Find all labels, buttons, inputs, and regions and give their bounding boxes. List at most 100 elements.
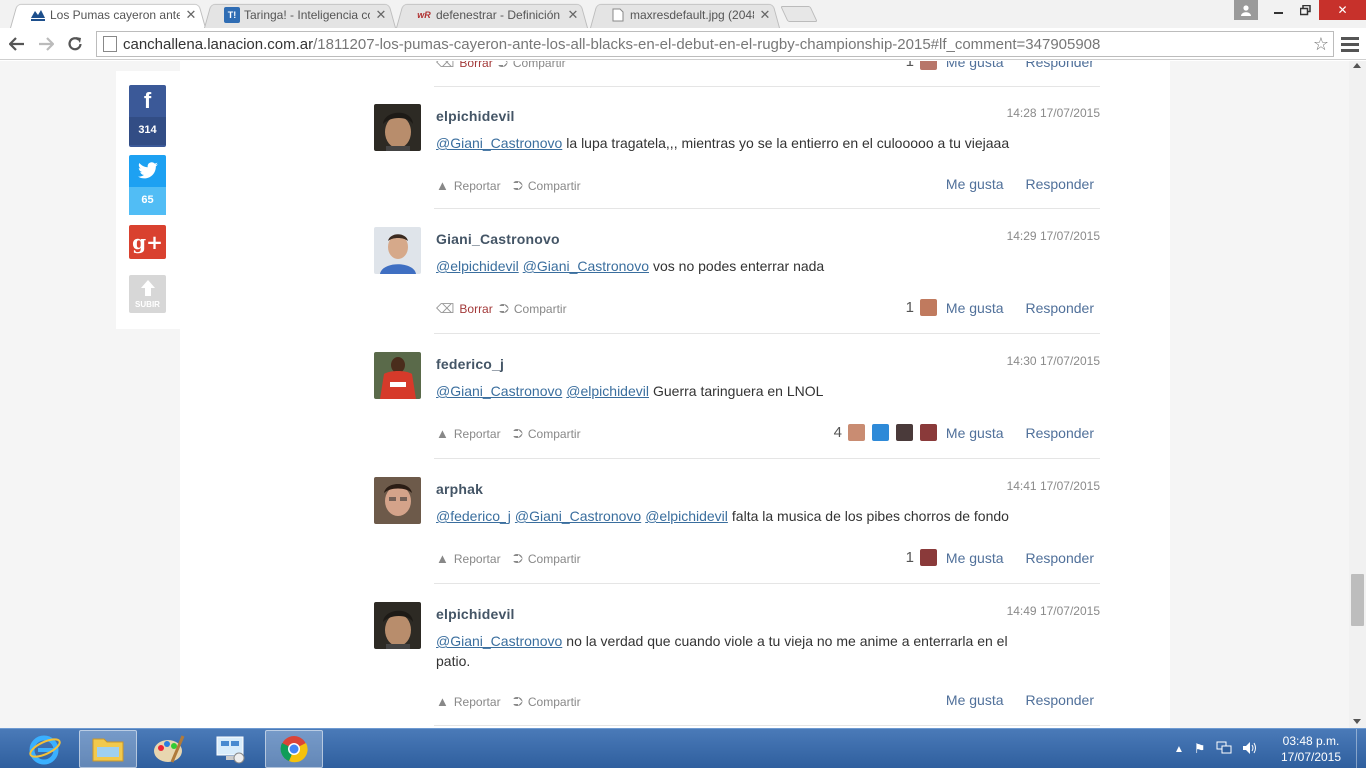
twitter-share-count: 65 [129,187,166,215]
like-count: 1 [905,549,914,566]
reply-button[interactable]: Responder [1026,550,1095,566]
mention-link[interactable]: @elpichidevil [436,258,519,274]
back-arrow-icon[interactable] [5,32,29,56]
comment-text: @Giani_Castronovo la lupa tragatela,,, mi… [436,133,1036,153]
report-action[interactable]: ▲ Reportar [436,178,501,193]
like-button[interactable]: Me gusta [946,61,1004,70]
chrome-taskbar-icon[interactable] [265,730,323,768]
paint-icon[interactable] [140,730,198,768]
liker-avatar[interactable] [871,424,889,441]
liker-avatar[interactable] [919,424,937,441]
share-action[interactable]: ⮊ Compartir [513,694,581,710]
new-tab-button[interactable] [780,6,818,22]
mention-link[interactable]: @federico_j [436,508,511,524]
comment-author[interactable]: arphak [436,481,483,497]
avatar[interactable] [374,104,421,151]
reply-button[interactable]: Responder [1026,425,1095,441]
share-action[interactable]: ⮊ Compartir [513,426,581,442]
reply-button[interactable]: Responder [1026,692,1095,708]
liker-avatar[interactable] [919,61,937,70]
reply-button[interactable]: Responder [1026,61,1095,70]
comment-author[interactable]: elpichidevil [436,606,515,622]
scroll-down-icon[interactable] [1353,719,1361,724]
report-label: Reportar [453,694,501,709]
comment-divider [434,583,1100,584]
tab-close-icon[interactable]: ✕ [184,7,198,23]
mention-link[interactable]: @elpichidevil [645,508,728,524]
remote-desktop-icon[interactable] [202,730,260,768]
network-icon[interactable] [1216,741,1232,758]
facebook-share-button[interactable]: f 314 [129,85,166,147]
address-bar[interactable]: canchallena.lanacion.com.ar /1811207-los… [96,31,1334,57]
internet-explorer-icon[interactable] [16,730,74,768]
minimize-icon[interactable] [1266,0,1292,20]
user-profile-icon[interactable] [1234,0,1258,20]
report-action[interactable]: ▲ Reportar [436,551,501,566]
avatar[interactable] [374,227,421,274]
liker-avatar[interactable] [919,549,937,566]
bookmark-star-icon[interactable]: ☆ [1313,34,1329,55]
page-scrollbar[interactable] [1349,61,1366,728]
share-action[interactable]: ⮊ Compartir [513,178,581,194]
reply-button[interactable]: Responder [1026,300,1095,316]
comment-author[interactable]: elpichidevil [436,108,515,124]
comment-item: elpichidevil 14:28 17/07/2015 @Giani_Cas… [374,104,1100,214]
twitter-share-button[interactable]: 65 [129,155,166,215]
tab-close-icon[interactable]: ✕ [374,7,388,23]
avatar[interactable] [374,602,421,649]
like-button[interactable]: Me gusta [946,300,1004,316]
share-arrow-icon: ⮊ [513,694,523,709]
comment-author[interactable]: Giani_Castronovo [436,231,560,247]
show-desktop-button[interactable] [1356,729,1366,768]
mention-link[interactable]: @Giani_Castronovo [515,508,641,524]
close-window-icon[interactable]: ✕ [1319,0,1366,20]
like-button[interactable]: Me gusta [946,692,1004,708]
scroll-to-top-button[interactable]: SUBIR [129,275,166,313]
avatar[interactable] [374,477,421,524]
liker-avatar[interactable] [895,424,913,441]
comment-body: falta la musica de los pibes chorros de … [731,508,1009,524]
delete-action[interactable]: ⌫ Borrar [436,61,493,71]
like-button[interactable]: Me gusta [946,550,1004,566]
reload-icon[interactable] [63,32,87,56]
tab-close-icon[interactable]: ✕ [566,7,580,23]
browser-tab-wordreference[interactable]: wR defenestrar - Definición - ✕ [396,2,588,28]
scroll-up-icon[interactable] [1353,63,1361,68]
chrome-menu-icon[interactable] [1341,32,1359,56]
liker-avatar[interactable] [919,299,937,316]
like-button[interactable]: Me gusta [946,176,1004,192]
browser-tab-image[interactable]: maxresdefault.jpg (2048× ✕ [590,2,780,28]
browser-tab-lanacion[interactable]: Los Pumas cayeron ante lo ✕ [10,2,206,28]
forward-arrow-icon[interactable] [34,32,58,56]
flag-icon[interactable]: ⚑ [1194,741,1206,757]
mention-link[interactable]: @Giani_Castronovo [523,258,649,274]
delete-action[interactable]: ⌫ Borrar [436,301,493,317]
report-action[interactable]: ▲ Reportar [436,426,501,441]
like-button[interactable]: Me gusta [946,425,1004,441]
browser-tab-taringa[interactable]: T! Taringa! - Inteligencia col ✕ [204,2,396,28]
mention-link[interactable]: @Giani_Castronovo [436,633,562,649]
warning-icon: ▲ [436,426,449,441]
liker-avatar[interactable] [847,424,865,441]
mention-link[interactable]: @Giani_Castronovo [436,135,562,151]
page-icon [103,36,117,52]
mention-link[interactable]: @elpichidevil [566,383,649,399]
share-action[interactable]: ⮊ Compartir [513,551,581,567]
avatar[interactable] [374,352,421,399]
taskbar-clock[interactable]: 03:48 p.m. 17/07/2015 [1276,733,1346,765]
report-action[interactable]: ▲ Reportar [436,694,501,709]
googleplus-share-button[interactable]: g+ [129,225,166,259]
share-action[interactable]: ⮊ Compartir [499,301,567,317]
volume-icon[interactable] [1242,741,1258,758]
tab-close-icon[interactable]: ✕ [758,7,772,23]
share-action[interactable]: ⮊ Compartir [498,61,566,71]
mention-link[interactable]: @Giani_Castronovo [436,383,562,399]
tray-expand-icon[interactable]: ▲ [1174,744,1184,755]
scrollbar-thumb[interactable] [1351,574,1364,626]
clock-date: 17/07/2015 [1280,750,1342,764]
twitter-icon [137,155,159,187]
restore-icon[interactable] [1292,0,1318,20]
reply-button[interactable]: Responder [1026,176,1095,192]
comment-author[interactable]: federico_j [436,356,504,372]
file-explorer-icon[interactable] [79,730,137,768]
